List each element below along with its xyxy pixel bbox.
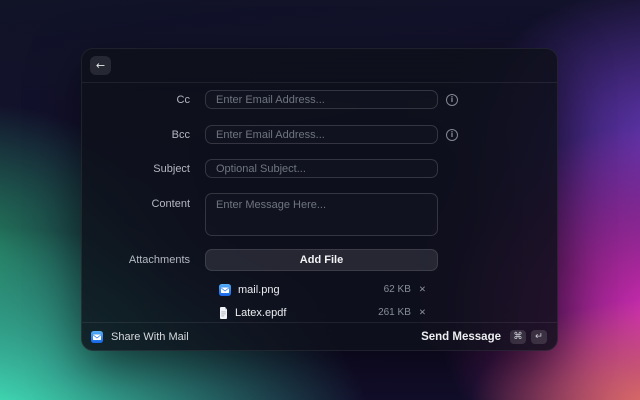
document-icon — [219, 306, 228, 319]
cc-row: Cc i — [82, 90, 557, 109]
content-row: Content — [82, 193, 557, 236]
attachment-list: mail.png 62 KB ✕ Latex.epdf 261 KB ✕ — [205, 280, 438, 322]
subject-label: Subject — [153, 162, 190, 175]
subject-row: Subject — [82, 159, 557, 178]
attachment-name: mail.png — [238, 283, 280, 296]
attachments-row: Attachments Add File — [82, 249, 557, 271]
share-with-mail-window: ← Cc i Bcc i Subject Content — [81, 48, 558, 351]
share-form: Cc i Bcc i Subject Content Attachments A… — [82, 83, 557, 322]
subject-input[interactable] — [205, 159, 438, 178]
window-footer: Share With Mail Send Message ⌘ ↵ — [82, 322, 557, 350]
send-message-label: Send Message — [421, 330, 501, 343]
attachment-size: 261 KB — [378, 307, 411, 318]
mail-app-icon — [219, 283, 231, 296]
footer-app-info: Share With Mail — [91, 330, 189, 343]
attachment-name: Latex.epdf — [235, 306, 287, 319]
attachment-size: 62 KB — [383, 284, 411, 295]
command-key-icon: ⌘ — [510, 329, 526, 344]
return-key-icon: ↵ — [531, 329, 547, 344]
content-textarea[interactable] — [205, 193, 438, 236]
info-icon: i — [446, 128, 458, 141]
bcc-label: Bcc — [171, 128, 190, 141]
bcc-input[interactable] — [205, 125, 438, 144]
app-name-label: Share With Mail — [111, 330, 189, 343]
desktop-gradient-background: ← Cc i Bcc i Subject Content — [0, 0, 640, 400]
cc-input[interactable] — [205, 90, 438, 109]
info-icon: i — [446, 93, 458, 106]
remove-attachment-icon[interactable]: ✕ — [419, 308, 426, 317]
remove-attachment-icon[interactable]: ✕ — [419, 285, 426, 294]
attachments-label: Attachments — [128, 254, 190, 266]
cc-label: Cc — [176, 93, 190, 106]
content-label: Content — [151, 198, 190, 210]
attachment-item: mail.png 62 KB ✕ — [205, 280, 438, 299]
back-button[interactable]: ← — [90, 56, 111, 75]
mail-app-icon — [91, 330, 103, 343]
back-arrow-icon: ← — [95, 59, 106, 72]
attachment-item: Latex.epdf 261 KB ✕ — [205, 303, 438, 322]
send-message-button[interactable]: Send Message ⌘ ↵ — [421, 328, 547, 346]
window-header: ← — [82, 49, 557, 83]
add-file-button[interactable]: Add File — [205, 249, 438, 271]
bcc-row: Bcc i — [82, 125, 557, 144]
